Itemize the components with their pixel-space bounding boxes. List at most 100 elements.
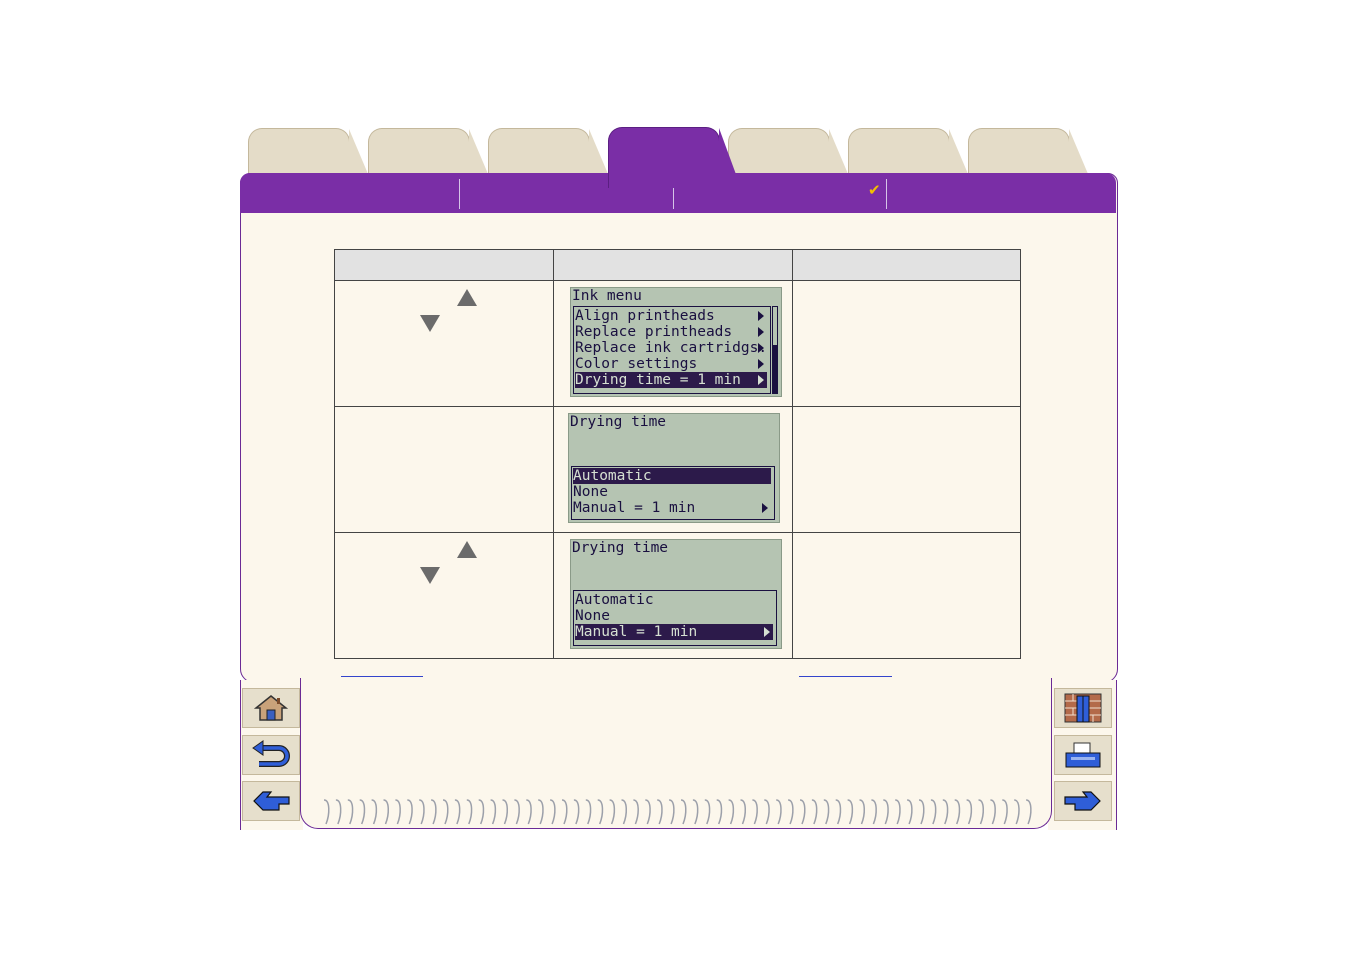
spiral-loop	[466, 799, 473, 825]
spiral-loop	[383, 799, 389, 825]
spiral-loop	[823, 799, 830, 825]
contents-icon	[1064, 693, 1102, 723]
lcd-display: Drying time Automatic None Manual = 1 mi…	[570, 539, 782, 649]
note-cell	[792, 280, 1021, 407]
spiral-loop	[728, 799, 735, 825]
lcd-menu-item: Manual = 1 min	[573, 500, 771, 516]
step-cell	[334, 532, 554, 659]
bar-divider	[459, 179, 460, 209]
table-row: Drying time Automatic None Manual = 1 mi…	[334, 532, 1021, 659]
down-arrow-icon	[420, 567, 440, 584]
table-header	[334, 249, 554, 281]
spiral-loop	[502, 799, 508, 825]
lcd-menu-item: Color settings	[575, 356, 767, 372]
back-icon	[252, 740, 290, 767]
lcd-menu-item-selected: Manual = 1 min	[575, 624, 773, 640]
spiral-loop	[430, 799, 437, 825]
home-button[interactable]	[242, 688, 300, 728]
spiral-loop	[645, 799, 651, 825]
spiral-loop	[978, 799, 984, 825]
lcd-menu-item: Replace ink cartridgs.	[575, 340, 768, 356]
spiral-loop	[871, 799, 877, 825]
spiral-loop	[752, 799, 758, 825]
spiral-loop	[561, 799, 568, 825]
lcd-menu-item: None	[573, 484, 608, 500]
spiral-loop	[407, 799, 413, 825]
spiral-loop	[526, 799, 532, 825]
spiral-loop	[859, 799, 865, 825]
spiral-loop	[395, 799, 401, 825]
spiral-loop	[918, 799, 925, 825]
spiral-loop	[454, 799, 461, 825]
spiral-loop	[490, 799, 497, 825]
print-button[interactable]	[1054, 735, 1112, 775]
note-cell	[792, 532, 1021, 659]
lcd-menu-item-selected: Automatic	[573, 468, 771, 484]
spiral-loop	[597, 799, 604, 825]
table-row: Ink menu Align printheads Replace printh…	[334, 280, 1021, 407]
home-icon	[253, 695, 289, 721]
spiral-loop	[990, 799, 996, 825]
spiral-loop	[609, 799, 616, 825]
spiral-loop	[764, 799, 770, 825]
spiral-loop	[621, 799, 627, 825]
up-arrow-icon	[457, 289, 477, 306]
spiral-loop	[573, 799, 580, 825]
spiral-loop	[740, 799, 746, 825]
printer-icon	[1065, 742, 1101, 768]
down-arrow-icon	[420, 315, 440, 332]
spiral-loop	[811, 799, 818, 825]
spiral-loop	[1025, 799, 1032, 825]
spiral-loop	[906, 799, 913, 825]
spiral-loop	[1002, 799, 1008, 825]
spiral-loop	[847, 799, 854, 825]
spiral-loop	[633, 799, 639, 825]
spiral-loop	[775, 799, 782, 825]
previous-link[interactable]	[341, 676, 423, 677]
lcd-title: Drying time	[570, 414, 667, 430]
spiral-loop	[347, 799, 354, 825]
spiral-loop	[537, 799, 544, 825]
check-icon: ✔	[868, 181, 881, 199]
previous-page-icon	[253, 791, 290, 811]
table-row: Drying time Automatic None Manual = 1 mi…	[334, 406, 1021, 533]
lcd-menu-item: Replace printheads	[575, 324, 767, 340]
table-header	[792, 249, 1021, 281]
lcd-scrollbar	[772, 306, 778, 394]
lcd-display: Drying time Automatic None Manual = 1 mi…	[568, 413, 780, 523]
next-link[interactable]	[799, 676, 892, 677]
lcd-menu-item: Automatic	[575, 592, 654, 608]
spiral-loop	[883, 799, 889, 825]
display-cell: Drying time Automatic None Manual = 1 mi…	[553, 532, 793, 659]
spiral-loop	[787, 799, 794, 825]
table-header-row	[334, 249, 1021, 281]
spiral-loop	[894, 799, 901, 825]
display-cell: Drying time Automatic None Manual = 1 mi…	[553, 406, 793, 533]
spiral-loop	[704, 799, 711, 825]
lcd-menu-item: Align printheads	[575, 308, 767, 324]
spiral-loop	[799, 799, 806, 825]
spiral-binding-graphic	[323, 799, 1032, 825]
next-page-button[interactable]	[1054, 781, 1112, 821]
contents-button[interactable]	[1054, 688, 1112, 728]
spiral-loop	[371, 799, 378, 825]
note-cell	[792, 406, 1021, 533]
lcd-title: Ink menu	[572, 288, 642, 304]
spiral-loop	[835, 799, 842, 825]
spiral-loop	[692, 799, 699, 825]
up-arrow-icon	[457, 541, 477, 558]
spiral-loop	[585, 799, 592, 825]
tab-4-active[interactable]	[608, 127, 741, 188]
back-button[interactable]	[242, 735, 300, 775]
spiral-loop	[966, 799, 973, 825]
display-cell: Ink menu Align printheads Replace printh…	[553, 280, 793, 407]
spiral-loop	[668, 799, 675, 825]
step-cell	[334, 280, 554, 407]
spiral-loop	[478, 799, 485, 825]
spiral-loop	[514, 799, 520, 825]
step-cell	[334, 406, 554, 533]
lcd-menu-item-selected: Drying time = 1 min	[575, 372, 767, 388]
spiral-loop	[442, 799, 449, 825]
previous-page-button[interactable]	[242, 781, 300, 821]
lcd-menu-item: None	[575, 608, 610, 624]
